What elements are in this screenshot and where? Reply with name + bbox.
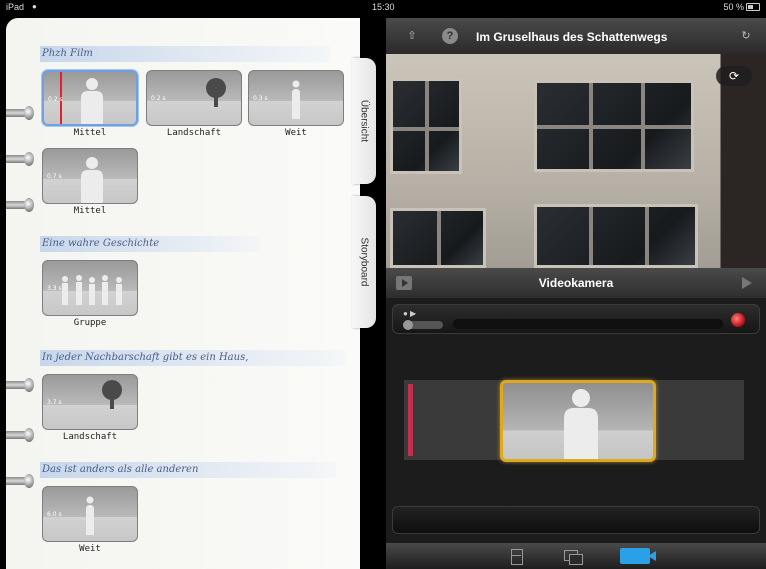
status-bar: iPad ● 15:30 50 % [0, 0, 766, 14]
battery-icon [746, 3, 760, 11]
binder-ring-icon [6, 152, 36, 166]
shot-thumbnail[interactable]: 3.3 s [42, 260, 138, 316]
clock: 15:30 [372, 2, 395, 12]
shot-duration: 0.7 s [47, 173, 62, 180]
tab-storyboard[interactable]: Storyboard [352, 196, 376, 328]
top-toolbar: ⇧ ? Im Gruselhaus des Schattenwegs ↻ [386, 18, 766, 54]
project-title: Im Gruselhaus des Schattenwegs [476, 30, 668, 44]
shot-thumbnail[interactable]: 0.2 s [146, 70, 242, 126]
camera-panel: ⇧ ? Im Gruselhaus des Schattenwegs ↻ ⟳ V… [386, 18, 766, 569]
next-arrow-icon[interactable] [742, 277, 752, 289]
shot-thumbnail[interactable]: 6.0 s [42, 486, 138, 542]
shot-duration: 6.0 s [47, 511, 62, 518]
refresh-icon[interactable]: ↻ [738, 28, 754, 44]
scene-title[interactable]: Eine wahre Geschichte [42, 238, 159, 249]
shot-thumbnail[interactable]: 0.2 s [42, 70, 138, 126]
scene-window [390, 78, 462, 174]
switch-camera-icon[interactable]: ⟳ [716, 66, 752, 86]
toggle-knob[interactable] [403, 320, 413, 330]
shot-thumbnail[interactable]: 0.3 s [248, 70, 344, 126]
storyboard-tab-icon[interactable] [506, 548, 528, 565]
small-person-icon [86, 496, 94, 535]
scene-title[interactable]: In jeder Nachbarschaft gibt es ein Haus, [42, 352, 248, 363]
group-icon [62, 275, 122, 305]
person-silhouette-icon [564, 389, 598, 459]
tab-overview-label: Übersicht [358, 99, 370, 143]
shot-label: Mittel [73, 128, 107, 138]
shot-duration: 0.2 s [48, 96, 63, 103]
shot-label: Landschaft [62, 432, 118, 442]
camera-header: Videokamera [386, 268, 766, 298]
shot-label: Weit [79, 544, 101, 554]
record-button[interactable] [731, 313, 745, 327]
shot-label: Mittel [73, 206, 107, 216]
camera-viewfinder: ⟳ [386, 54, 766, 268]
scene-title[interactable]: Das ist anders als alle anderen [42, 464, 198, 475]
small-person-icon [292, 80, 300, 119]
clips-tab-icon[interactable] [562, 548, 584, 565]
scene-window [390, 208, 486, 268]
bottom-tab-bar [386, 543, 766, 569]
binder-ring-icon [6, 428, 36, 442]
shot-duration: 0.3 s [253, 95, 268, 102]
binder-ring-icon [6, 474, 36, 488]
shot-thumbnail[interactable]: 0.7 s [42, 148, 138, 204]
recording-progress [453, 319, 723, 329]
binder-ring-icon [6, 198, 36, 212]
device-name: iPad [6, 2, 25, 12]
shot-duration: 0.2 s [151, 95, 166, 102]
export-icon[interactable]: ⇧ [404, 28, 420, 44]
wifi-icon: ● [32, 2, 37, 11]
shot-label: Landschaft [166, 128, 222, 138]
tree-icon [102, 380, 122, 409]
timeline-marker[interactable] [408, 384, 413, 456]
camera-tab-icon[interactable] [620, 548, 656, 564]
shot-label: Gruppe [73, 318, 107, 328]
photo-video-toggle[interactable] [403, 320, 443, 330]
camera-title: Videokamera [538, 276, 614, 290]
binder-ring-icon [6, 106, 36, 120]
scene-title[interactable]: Phzh Film [42, 48, 93, 59]
person-silhouette-icon [81, 157, 103, 203]
timeline-shot-selected[interactable] [500, 380, 656, 462]
tree-icon [206, 78, 226, 107]
shot-duration: 3.7 s [47, 399, 62, 406]
photo-video-icon: ● ▶ [403, 309, 417, 318]
tab-storyboard-label: Storyboard [358, 237, 370, 287]
person-silhouette-icon [81, 78, 103, 124]
app-root: iPad ● 15:30 50 % Phzh Film 0.2 s Mittel… [0, 0, 766, 569]
scene-window [534, 204, 698, 268]
shot-thumbnail[interactable]: 3.7 s [42, 374, 138, 430]
binder-ring-icon [6, 378, 36, 392]
scene-window [534, 80, 694, 172]
storyboard-panel: Phzh Film 0.2 s Mittel 0.2 s Landschaft … [6, 18, 360, 569]
record-controls: ● ▶ [392, 304, 760, 334]
shot-label: Weit [285, 128, 307, 138]
help-icon[interactable]: ? [442, 28, 458, 44]
battery-percentage: 50 % [723, 2, 744, 12]
clip-info-bar [392, 506, 760, 534]
clip-timeline[interactable] [404, 380, 744, 462]
tab-overview[interactable]: Übersicht [352, 58, 376, 184]
